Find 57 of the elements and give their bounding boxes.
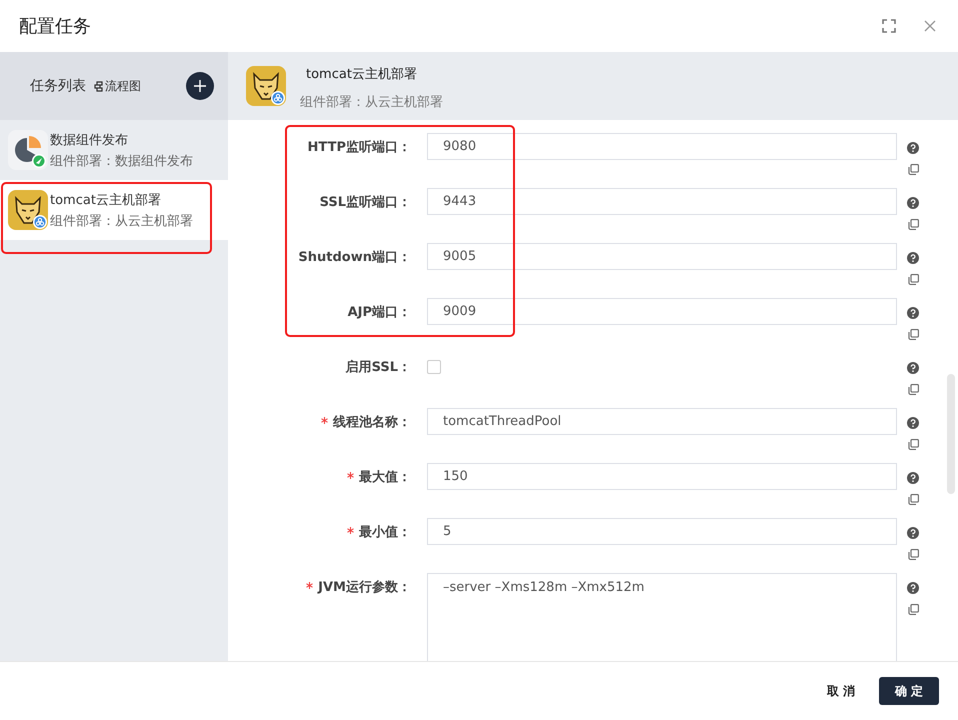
- field-label: 最小值：: [359, 524, 411, 540]
- task-name: tomcat云主机部署: [50, 192, 162, 208]
- field-label: 最大值：: [359, 468, 411, 486]
- pie-chart-icon: [8, 130, 48, 170]
- task-item[interactable]: tomcat云主机部署 组件部署：从云主机部署: [0, 180, 228, 240]
- input-field[interactable]: 5: [427, 518, 897, 545]
- close-icon[interactable]: [924, 20, 936, 32]
- help-icon[interactable]: [907, 142, 919, 154]
- help-icon[interactable]: [907, 252, 919, 264]
- task-subtitle: 组件部署：数据组件发布: [50, 152, 193, 170]
- field-label: JVM运行参数：: [318, 578, 411, 596]
- help-icon[interactable]: [907, 472, 919, 484]
- text-area[interactable]: –server –Xms128m –Xmx512m: [427, 573, 897, 661]
- field-label: HTTP监听端口：: [308, 138, 411, 156]
- copy-icon[interactable]: [908, 604, 918, 615]
- flowchart-icon: [94, 80, 104, 92]
- input-field[interactable]: 9080: [427, 133, 897, 160]
- input-field[interactable]: tomcatThreadPool: [427, 408, 897, 435]
- task-list-title: 任务列表: [30, 77, 86, 95]
- field-label: SSL监听端口：: [320, 194, 411, 210]
- help-icon[interactable]: [907, 307, 919, 319]
- field-label: AJP端口：: [348, 304, 411, 320]
- copy-icon[interactable]: [908, 219, 918, 230]
- confirm-button[interactable]: 确 定: [879, 677, 939, 705]
- flowchart-link[interactable]: 流程图: [94, 78, 141, 94]
- copy-icon[interactable]: [908, 274, 918, 285]
- cancel-button[interactable]: 取 消: [818, 676, 863, 706]
- help-icon[interactable]: [907, 582, 919, 594]
- input-field[interactable]: 9443: [427, 188, 897, 215]
- copy-icon[interactable]: [908, 329, 918, 340]
- task-title: tomcat云主机部署: [306, 66, 418, 83]
- copy-icon[interactable]: [908, 439, 918, 450]
- task-subtitle: 组件部署：从云主机部署: [50, 212, 193, 230]
- task-subtitle: 组件部署：从云主机部署: [300, 94, 443, 111]
- cat-icon: [8, 190, 48, 230]
- help-icon[interactable]: [907, 362, 919, 374]
- add-task-button[interactable]: [186, 72, 214, 100]
- fullscreen-icon[interactable]: [882, 19, 896, 33]
- copy-icon[interactable]: [908, 164, 918, 175]
- plus-icon: [194, 80, 206, 92]
- input-field[interactable]: 150: [427, 463, 897, 490]
- field-label: 启用SSL：: [346, 358, 411, 376]
- help-icon[interactable]: [907, 417, 919, 429]
- copy-icon[interactable]: [908, 494, 918, 505]
- help-icon[interactable]: [907, 527, 919, 539]
- checkbox[interactable]: [427, 360, 441, 374]
- dialog-title: 配置任务: [19, 15, 91, 38]
- field-label: Shutdown端口：: [298, 248, 411, 266]
- cat-icon: [246, 66, 286, 106]
- scrollbar[interactable]: [947, 374, 955, 494]
- copy-icon[interactable]: [908, 549, 918, 560]
- field-label: 线程池名称：: [333, 414, 411, 430]
- help-icon[interactable]: [907, 197, 919, 209]
- input-field[interactable]: 9005: [427, 243, 897, 270]
- task-name: 数据组件发布: [50, 132, 129, 148]
- input-field[interactable]: 9009: [427, 298, 897, 325]
- copy-icon[interactable]: [908, 384, 918, 395]
